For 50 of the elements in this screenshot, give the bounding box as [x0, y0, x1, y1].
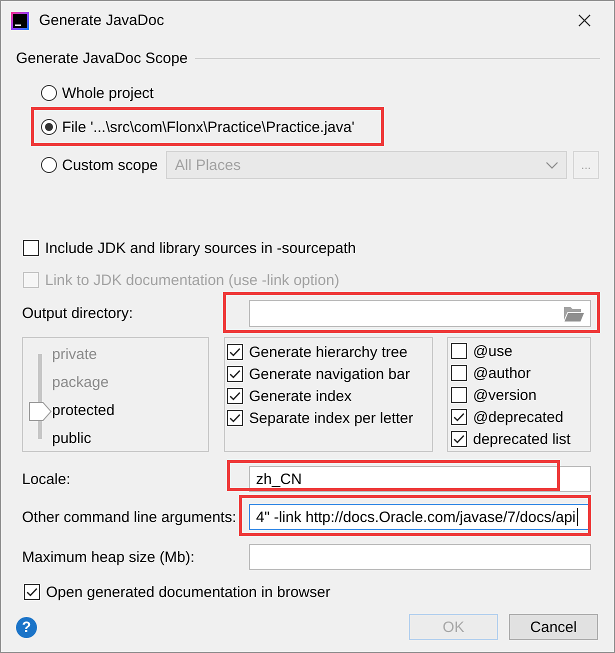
checkbox[interactable]	[451, 387, 467, 403]
checkbox[interactable]	[227, 366, 243, 382]
radio-button[interactable]	[41, 157, 57, 173]
folder-icon	[564, 306, 584, 322]
checkbox-label: Generate hierarchy tree	[249, 344, 408, 360]
radio-label: Whole project	[62, 84, 154, 102]
checkbox[interactable]	[24, 584, 40, 600]
visibility-label: private	[52, 345, 98, 365]
checkbox-label: Include JDK and library sources in -sourcepath	[45, 240, 356, 256]
section-title: Generate JavaDoc Scope	[16, 50, 188, 66]
field-label: Locale:	[21, 470, 72, 490]
window-title: Generate JavaDoc	[39, 12, 166, 29]
visibility-label: protected	[52, 401, 115, 421]
chevron-down-icon	[546, 162, 558, 168]
radio-button[interactable]	[41, 85, 57, 101]
close-icon	[578, 14, 590, 27]
checkbox[interactable]	[23, 240, 39, 256]
field-label: Other command line arguments:	[21, 508, 238, 528]
checkbox-label: @version	[473, 386, 537, 404]
text-field[interactable]	[249, 544, 591, 570]
directory-field[interactable]	[249, 300, 591, 327]
checkbox[interactable]	[227, 410, 243, 426]
checkbox-label: @author	[473, 364, 531, 382]
field-label: Maximum heap size (Mb):	[21, 548, 196, 568]
checkbox-label: @deprecated	[473, 408, 564, 426]
checkbox[interactable]	[451, 409, 467, 425]
radio-label: File '...\src\com\Flonx\Practice\Practice.java'	[62, 118, 354, 136]
checkbox-label: Link to JDK documentation (use -link option)	[45, 272, 340, 288]
checkbox[interactable]	[451, 343, 467, 359]
radio-button[interactable]	[41, 119, 57, 135]
cancel-button[interactable]: Cancel	[509, 614, 598, 640]
field-label: Output directory:	[21, 304, 134, 324]
visibility-label: public	[52, 429, 92, 449]
checkbox-label: @use	[473, 342, 512, 360]
text-cursor	[576, 508, 578, 526]
text-field[interactable]: 4" -link http://docs.Oracle.com/javase/7/docs/api	[249, 504, 591, 530]
checkbox[interactable]	[227, 344, 243, 360]
help-button[interactable]: ?	[16, 616, 37, 638]
slider-thumb[interactable]	[29, 402, 52, 420]
checkbox-label: Separate index per letter	[249, 410, 414, 426]
checkbox-label: deprecated list	[473, 430, 571, 448]
radio-label: Custom scope	[62, 156, 158, 174]
checkbox-label: Generate index	[249, 388, 352, 404]
checkbox-label: Generate navigation bar	[249, 366, 410, 382]
checkbox[interactable]	[451, 365, 467, 381]
checkbox[interactable]	[227, 388, 243, 404]
checkbox[interactable]	[451, 431, 467, 447]
app-icon	[11, 12, 29, 30]
checkbox-label: Open generated documentation in browser	[46, 584, 330, 600]
visibility-label: package	[52, 373, 110, 393]
